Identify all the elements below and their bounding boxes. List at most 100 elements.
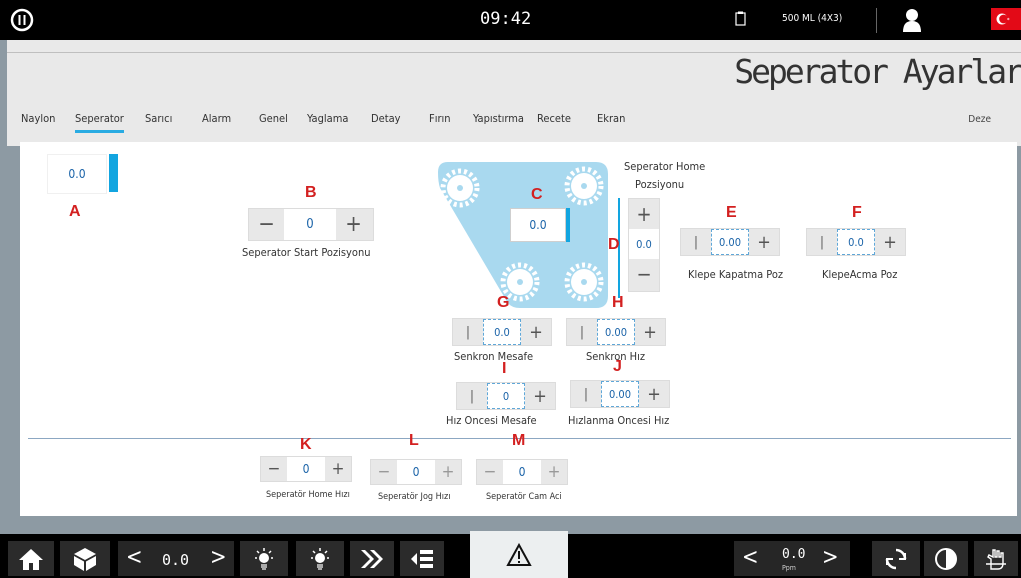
klepe-kapatma-stepper: | 0.00 + [680,228,780,256]
reset-button[interactable] [872,541,920,576]
decrement-button[interactable]: | [567,319,597,345]
plus-button[interactable]: + [749,229,779,255]
tab-sarici[interactable]: Sarıcı [145,112,172,125]
plus-button[interactable]: + [325,457,351,481]
chevron-right-icon[interactable]: > [822,545,839,570]
start-position-label: Seperator Start Pozisyonu [242,246,371,259]
contrast-button[interactable] [924,541,968,576]
jog-hizi-input[interactable]: 0 [397,460,435,484]
minus-button[interactable]: − [629,259,659,289]
warning-icon [506,542,532,566]
home-hizi-stepper: − 0 + [260,456,352,482]
tab-deze[interactable]: Deze [968,114,991,125]
tab-recete[interactable]: Recete [537,112,571,125]
tab-seperator[interactable]: Seperator [75,112,124,133]
alarm-button[interactable] [470,531,568,578]
plus-button[interactable]: + [635,319,665,345]
menu-back-button[interactable] [400,541,444,576]
senkron-mesafe-input[interactable]: 0.0 [483,319,521,345]
label-j: J [613,358,622,375]
plus-button[interactable]: + [629,199,659,229]
chevron-right-icon[interactable]: > [210,545,227,570]
plus-button[interactable]: + [435,460,461,484]
lightbulb-icon [311,547,329,570]
label-m: M [512,432,526,449]
home-icon [19,548,43,570]
user-icon[interactable] [902,8,922,32]
hizlanma-oncesi-hiz-label: Hızlanma Oncesi Hız [568,414,670,427]
label-b: B [305,184,317,201]
plus-button[interactable]: + [525,383,555,409]
label-f: F [852,204,862,221]
tab-yaglama[interactable]: Yaglama [307,112,348,125]
home-position-stepper: + 0.0 − [628,198,660,292]
tab-yapistirma[interactable]: Yapıstırma [473,112,524,125]
value-a-display[interactable]: 0.0 [47,154,107,194]
tab-detay[interactable]: Detay [371,112,401,125]
home-hizi-input[interactable]: 0 [287,457,325,481]
klepe-kapatma-label: Klepe Kapatma Poz [688,268,784,281]
plus-button[interactable]: + [875,229,905,255]
minus-button[interactable]: − [477,460,503,484]
klepe-kapatma-input[interactable]: 0.00 [711,229,749,255]
home-position-label-1: Seperator Home [624,160,706,173]
hiz-oncesi-mesafe-input[interactable]: 0 [487,383,525,409]
page-header: Seperator Ayarlar Naylon Seperator Sarıc… [7,40,1021,146]
ppm-unit: Ppm [782,564,796,572]
list-arrow-left-icon [411,549,433,568]
turkey-flag-icon[interactable] [991,8,1021,30]
refresh-icon [885,548,907,569]
chevron-left-icon[interactable]: < [742,545,759,570]
chevron-left-icon[interactable]: < [126,545,143,570]
contrast-icon [935,547,957,570]
start-position-input[interactable]: 0 [284,209,336,240]
settings-panel: 0.0 A B − 0 + Seperator Start Pozisyonu … [20,142,1017,516]
decrement-button[interactable]: | [807,229,837,255]
manual-mode-button[interactable] [974,541,1018,576]
speed-control: < 0.0 > [118,541,234,576]
light-high-button[interactable] [296,541,344,576]
power-icon[interactable] [9,7,35,33]
plus-button[interactable]: + [639,381,669,407]
label-i: I [502,360,507,377]
clock: 09:42 [480,9,532,29]
tab-naylon[interactable]: Naylon [21,112,55,125]
minus-button[interactable]: − [371,460,397,484]
home-button[interactable] [8,541,54,576]
decrement-button[interactable]: | [681,229,711,255]
tab-genel[interactable]: Genel [259,112,288,125]
minus-button[interactable]: − [261,457,287,481]
tab-alarm[interactable]: Alarm [202,112,231,125]
speed-value: 0.0 [162,551,190,569]
klepe-acma-stepper: | 0.0 + [806,228,906,256]
klepe-acma-input[interactable]: 0.0 [837,229,875,255]
hizlanma-oncesi-hiz-stepper: | 0.00 + [570,380,670,408]
value-a-indicator [109,154,118,192]
label-h: H [612,294,624,311]
plus-button[interactable]: + [541,460,567,484]
fast-forward-button[interactable] [350,541,394,576]
plus-button[interactable]: + [336,209,371,240]
lightbulb-icon [255,547,273,570]
senkron-hiz-stepper: | 0.00 + [566,318,666,346]
plus-button[interactable]: + [521,319,551,345]
tab-bar: Naylon Seperator Sarıcı Alarm Genel Yagl… [7,112,1021,138]
ppm-control: < 0.0 Ppm > [734,541,850,576]
light-low-button[interactable] [240,541,288,576]
cube-icon [74,547,96,571]
hiz-oncesi-mesafe-label: Hız Oncesi Mesafe [446,414,537,427]
tab-ekran[interactable]: Ekran [597,112,625,125]
product-button[interactable] [60,541,110,576]
senkron-hiz-input[interactable]: 0.00 [597,319,635,345]
decrement-button[interactable]: | [571,381,601,407]
minus-button[interactable]: − [249,209,284,240]
label-e: E [726,204,737,221]
decrement-button[interactable]: | [453,319,483,345]
double-chevron-right-icon [361,549,383,568]
tab-firin[interactable]: Fırın [429,112,451,125]
home-position-input[interactable]: 0.0 [629,229,659,259]
decrement-button[interactable]: | [457,383,487,409]
hizlanma-oncesi-hiz-input[interactable]: 0.00 [601,381,639,407]
value-c-display[interactable]: 0.0 [510,208,566,242]
cam-aci-input[interactable]: 0 [503,460,541,484]
